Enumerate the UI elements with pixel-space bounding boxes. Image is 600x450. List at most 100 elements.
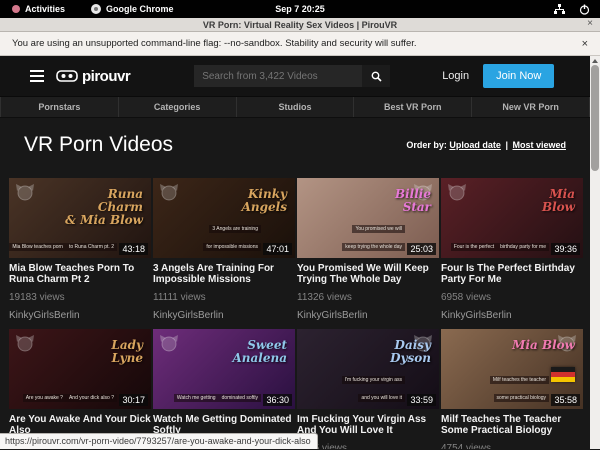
- nav-item-new-vr-porn[interactable]: New VR Porn: [472, 97, 590, 117]
- video-title[interactable]: Four Is The Perfect Birthday Party For M…: [441, 263, 583, 285]
- tab-title[interactable]: VR Porn: Virtual Reality Sex Videos | Pi…: [203, 20, 397, 30]
- focused-app-menu[interactable]: Google Chrome: [91, 4, 174, 14]
- video-thumbnail[interactable]: SweetAnalena Watch me gettingdominated s…: [153, 329, 295, 409]
- video-views: 11111 views: [153, 292, 295, 303]
- search-icon: [371, 71, 382, 82]
- nav-item-studios[interactable]: Studios: [237, 97, 355, 117]
- video-studio[interactable]: KinkyGirlsBerlin: [297, 310, 439, 321]
- video-duration: 36:30: [263, 394, 292, 406]
- login-link[interactable]: Login: [442, 70, 469, 82]
- video-title[interactable]: Im Fucking Your Virgin Ass And You Will …: [297, 414, 439, 436]
- warning-infobar: You are using an unsupported command-lin…: [0, 32, 600, 56]
- video-card: BillieStar You promised we willkeep tryi…: [297, 178, 439, 321]
- thumbnail-overlay-text: DaisyDyson: [390, 339, 431, 365]
- video-card: Mia Blow Milf teaches the teachersome pr…: [441, 329, 583, 449]
- thumbnail-overlay-text: LadyLyne: [111, 339, 143, 365]
- nav-item-pornstars[interactable]: Pornstars: [0, 97, 119, 117]
- video-studio[interactable]: KinkyGirlsBerlin: [441, 310, 583, 321]
- german-flag: [551, 367, 575, 382]
- vertical-scrollbar[interactable]: [590, 56, 600, 449]
- search-button[interactable]: [362, 65, 390, 87]
- video-card: DaisyDyson I'm fucking your virgin assan…: [297, 329, 439, 449]
- thumbnail-caption: You promised we willkeep trying the whol…: [297, 217, 405, 253]
- join-now-button[interactable]: Join Now: [483, 64, 554, 88]
- thumbnail-caption: I'm fucking your virgin assand you will …: [297, 368, 405, 404]
- activities-label: Activities: [25, 4, 65, 14]
- scrollbar-thumb[interactable]: [591, 65, 599, 171]
- thumbnail-caption: Watch me gettingdominated softly: [174, 386, 261, 404]
- order-by: Order by: Upload date | Most viewed: [406, 140, 566, 150]
- thumbnail-overlay-text: RunaCharm& Mia Blow: [65, 188, 143, 227]
- video-thumbnail[interactable]: KinkyAngels 3 Angels are trainingfor imp…: [153, 178, 295, 258]
- warning-close-icon[interactable]: ×: [582, 38, 588, 50]
- video-card: LadyLyne Are you awake ?And your dick al…: [9, 329, 151, 449]
- thumbnail-caption: Are you awake ?And your dick also ?: [23, 386, 117, 404]
- video-views: 4754 views: [441, 443, 583, 449]
- video-views: 6958 views: [441, 292, 583, 303]
- video-card: RunaCharm& Mia Blow Mia Blow teaches por…: [9, 178, 151, 321]
- browser-viewport: pirouvr Login Join Now PornstarsCategori…: [0, 56, 600, 449]
- thumbnail-overlay-text: SweetAnalena: [232, 339, 287, 365]
- video-studio[interactable]: KinkyGirlsBerlin: [9, 310, 151, 321]
- video-duration: 33:59: [407, 394, 436, 406]
- studio-logo-icon: [447, 183, 467, 201]
- thumbnail-caption: 3 Angels are trainingfor impossible miss…: [153, 217, 261, 253]
- video-grid: RunaCharm& Mia Blow Mia Blow teaches por…: [9, 178, 583, 449]
- scrollbar-up-arrow-icon[interactable]: [592, 59, 598, 63]
- video-title[interactable]: 3 Angels Are Training For Impossible Mis…: [153, 263, 295, 285]
- video-duration: 39:36: [551, 243, 580, 255]
- order-by-separator: |: [505, 140, 508, 150]
- thumbnail-overlay-text: KinkyAngels: [242, 188, 287, 214]
- video-views: 11326 views: [297, 292, 439, 303]
- video-title[interactable]: Mia Blow Teaches Porn To Runa Charm Pt 2: [9, 263, 151, 285]
- video-thumbnail[interactable]: BillieStar You promised we willkeep tryi…: [297, 178, 439, 258]
- clock[interactable]: Sep 7 20:25: [275, 4, 325, 14]
- studio-logo-icon: [15, 183, 35, 201]
- video-thumbnail[interactable]: MiaBlow Four is the perfectbirthday part…: [441, 178, 583, 258]
- network-icon[interactable]: [554, 4, 565, 15]
- site-header: pirouvr Login Join Now: [0, 56, 590, 96]
- site-logo[interactable]: pirouvr: [56, 68, 130, 85]
- order-by-label: Order by:: [406, 140, 447, 150]
- thumbnail-overlay-text: BillieStar: [395, 188, 431, 214]
- video-title[interactable]: Milf Teaches The Teacher Some Practical …: [441, 414, 583, 436]
- video-thumbnail[interactable]: RunaCharm& Mia Blow Mia Blow teaches por…: [9, 178, 151, 258]
- site-logo-text: pirouvr: [82, 68, 130, 85]
- page-content: pirouvr Login Join Now PornstarsCategori…: [0, 56, 590, 449]
- thumbnail-caption: Mia Blow teaches pornto Runa Charm pt. 2: [9, 235, 117, 253]
- video-studio[interactable]: KinkyGirlsBerlin: [153, 310, 295, 321]
- heading-row: VR Porn Videos Order by: Upload date | M…: [0, 118, 590, 168]
- video-thumbnail[interactable]: LadyLyne Are you awake ?And your dick al…: [9, 329, 151, 409]
- system-top-bar: Activities Google Chrome Sep 7 20:25: [0, 0, 600, 18]
- page-title: VR Porn Videos: [24, 133, 173, 157]
- studio-logo-icon: [159, 334, 179, 352]
- screen: Activities Google Chrome Sep 7 20:25 VR …: [0, 0, 600, 450]
- video-duration: 25:03: [407, 243, 436, 255]
- order-by-most-viewed-link[interactable]: Most viewed: [512, 140, 566, 150]
- activities-button[interactable]: Activities: [12, 4, 65, 14]
- video-thumbnail[interactable]: Mia Blow Milf teaches the teachersome pr…: [441, 329, 583, 409]
- warning-text: You are using an unsupported command-lin…: [12, 38, 417, 49]
- vr-goggles-icon: [56, 69, 78, 83]
- thumbnail-overlay-text: Mia Blow: [512, 339, 575, 352]
- chrome-app-icon: [91, 4, 101, 14]
- studio-logo-icon: [15, 334, 35, 352]
- tab-close-icon[interactable]: ×: [587, 18, 593, 29]
- video-duration: 35:58: [551, 394, 580, 406]
- search-input[interactable]: [194, 65, 362, 87]
- video-card: SweetAnalena Watch me gettingdominated s…: [153, 329, 295, 449]
- thumbnail-caption: Milf teaches the teachersome practical b…: [441, 368, 549, 404]
- video-card: MiaBlow Four is the perfectbirthday part…: [441, 178, 583, 321]
- hamburger-menu-icon[interactable]: [30, 67, 44, 85]
- focused-app-label: Google Chrome: [106, 4, 174, 14]
- video-title[interactable]: You Promised We Will Keep Trying The Who…: [297, 263, 439, 285]
- nav-item-categories[interactable]: Categories: [119, 97, 237, 117]
- thumbnail-caption: Four is the perfectbirthday party for me: [451, 235, 549, 253]
- video-thumbnail[interactable]: DaisyDyson I'm fucking your virgin assan…: [297, 329, 439, 409]
- studio-logo-icon: [159, 183, 179, 201]
- order-by-upload-date-link[interactable]: Upload date: [449, 140, 501, 150]
- power-icon[interactable]: [579, 4, 590, 15]
- video-views: 19183 views: [9, 292, 151, 303]
- recording-indicator-icon: [12, 5, 20, 13]
- nav-item-best-vr-porn[interactable]: Best VR Porn: [354, 97, 472, 117]
